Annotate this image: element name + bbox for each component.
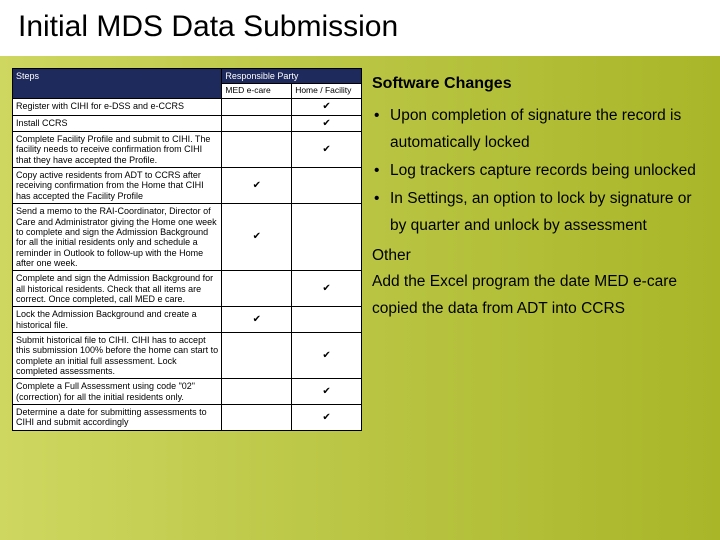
home-cell: [292, 168, 362, 204]
med-cell: [222, 99, 292, 116]
step-cell: Submit historical file to CIHI. CIHI has…: [13, 332, 222, 378]
table-row: Register with CIHI for e-DSS and e-CCRS ✔: [13, 99, 362, 116]
med-cell: [222, 115, 292, 132]
table-row: Install CCRS ✔: [13, 115, 362, 132]
step-cell: Determine a date for submitting assessme…: [13, 405, 222, 431]
step-cell: Lock the Admission Background and create…: [13, 307, 222, 333]
step-cell: Register with CIHI for e-DSS and e-CCRS: [13, 99, 222, 116]
col-med: MED e-care: [222, 84, 292, 99]
table-row: Complete and sign the Admission Backgrou…: [13, 271, 362, 307]
home-cell: [292, 307, 362, 333]
step-cell: Send a memo to the RAI-Coordinator, Dire…: [13, 204, 222, 271]
col-party: Responsible Party: [222, 69, 362, 84]
bullet-icon: •: [372, 103, 390, 156]
bullet-icon: •: [372, 158, 390, 184]
steps-tbody: Register with CIHI for e-DSS and e-CCRS ✔…: [13, 99, 362, 431]
med-cell: [222, 379, 292, 405]
med-cell: [222, 271, 292, 307]
med-cell: [222, 132, 292, 168]
step-cell: Install CCRS: [13, 115, 222, 132]
bullet-list: •Upon completion of signature the record…: [372, 103, 702, 239]
home-cell: ✔: [292, 271, 362, 307]
home-cell: ✔: [292, 332, 362, 378]
slide-title: Initial MDS Data Submission: [18, 10, 702, 44]
med-cell: [222, 332, 292, 378]
step-cell: Copy active residents from ADT to CCRS a…: [13, 168, 222, 204]
table-row: Send a memo to the RAI-Coordinator, Dire…: [13, 204, 362, 271]
content-area: Steps Responsible Party MED e-care Home …: [0, 56, 720, 431]
title-bar: Initial MDS Data Submission: [0, 0, 720, 56]
other-heading: Other: [372, 243, 702, 269]
bullet-text: Log trackers capture records being unloc…: [390, 158, 702, 184]
table-row: Determine a date for submitting assessme…: [13, 405, 362, 431]
med-cell: ✔: [222, 307, 292, 333]
right-column: Software Changes •Upon completion of sig…: [372, 68, 708, 431]
list-item: •Upon completion of signature the record…: [372, 103, 702, 156]
table-row: Copy active residents from ADT to CCRS a…: [13, 168, 362, 204]
list-item: •In Settings, an option to lock by signa…: [372, 186, 702, 239]
home-cell: ✔: [292, 99, 362, 116]
med-cell: [222, 405, 292, 431]
bullet-icon: •: [372, 186, 390, 239]
steps-table-wrap: Steps Responsible Party MED e-care Home …: [12, 68, 362, 431]
other-body: Add the Excel program the date MED e-car…: [372, 269, 702, 322]
table-row: Complete a Full Assessment using code "0…: [13, 379, 362, 405]
home-cell: ✔: [292, 379, 362, 405]
step-cell: Complete and sign the Admission Backgrou…: [13, 271, 222, 307]
home-cell: ✔: [292, 405, 362, 431]
home-cell: ✔: [292, 132, 362, 168]
bullet-text: Upon completion of signature the record …: [390, 103, 702, 156]
table-row: Submit historical file to CIHI. CIHI has…: [13, 332, 362, 378]
step-cell: Complete Facility Profile and submit to …: [13, 132, 222, 168]
steps-table: Steps Responsible Party MED e-care Home …: [12, 68, 362, 431]
med-cell: ✔: [222, 168, 292, 204]
col-home: Home / Facility: [292, 84, 362, 99]
col-steps: Steps: [13, 69, 222, 99]
slide: Initial MDS Data Submission Steps Respon…: [0, 0, 720, 540]
list-item: •Log trackers capture records being unlo…: [372, 158, 702, 184]
software-changes-heading: Software Changes: [372, 70, 702, 97]
med-cell: ✔: [222, 204, 292, 271]
home-cell: [292, 204, 362, 271]
table-row: Complete Facility Profile and submit to …: [13, 132, 362, 168]
bullet-text: In Settings, an option to lock by signat…: [390, 186, 702, 239]
home-cell: ✔: [292, 115, 362, 132]
step-cell: Complete a Full Assessment using code "0…: [13, 379, 222, 405]
table-row: Lock the Admission Background and create…: [13, 307, 362, 333]
